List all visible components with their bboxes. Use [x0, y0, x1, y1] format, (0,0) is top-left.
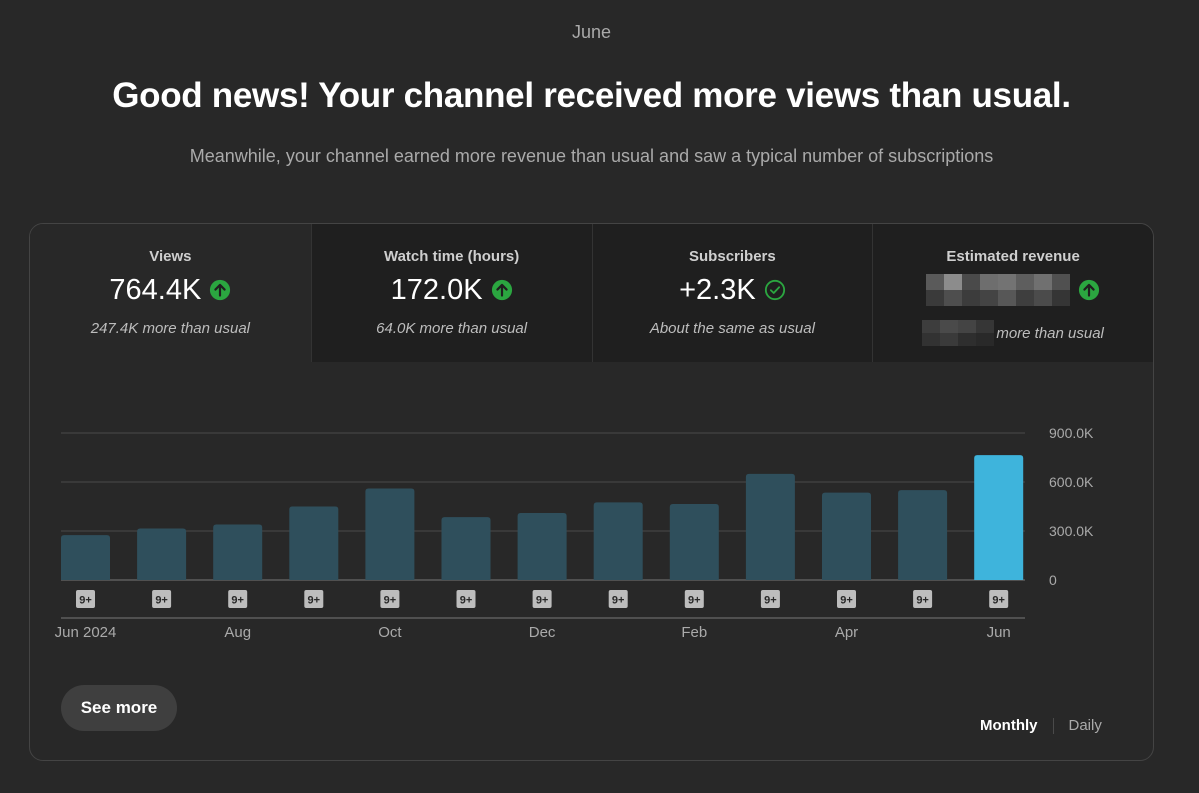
arrow-up-circle-icon: [491, 279, 512, 301]
tab-value: 172.0K: [390, 273, 483, 306]
tab-views[interactable]: Views 764.4K 247.4K more than usual: [30, 224, 311, 362]
x-tick-label: Feb: [681, 624, 707, 641]
views-bar-chart: 0 300.0K 600.0K 900.0K 9+ Jun 2024 9+ 9+ Aug 9+ 9+…: [55, 425, 1094, 641]
tab-note: 247.4K more than usual: [90, 320, 251, 337]
x-tick-label: Aug: [224, 624, 251, 641]
chart-bar: [137, 528, 187, 580]
chart-bar: [669, 504, 719, 580]
y-tick-label: 900.0K: [1049, 425, 1094, 441]
chart-badge-label: 9+: [688, 595, 701, 607]
chart-badge-label: 9+: [308, 595, 321, 607]
chart-bar: [822, 492, 871, 580]
period-divider: [1052, 717, 1054, 734]
report-subline: Meanwhile, your channel earned more reve…: [189, 146, 994, 166]
see-more-button[interactable]: See more: [61, 685, 177, 731]
x-tick-label: Oct: [378, 624, 402, 641]
x-tick-label: Jun 2024: [55, 624, 117, 641]
tab-value: +2.3K: [679, 273, 756, 306]
redacted-revenue-amount: [922, 320, 995, 346]
chart-bar: [593, 502, 643, 580]
check-circle-icon: [764, 279, 785, 301]
tab-note: About the same as usual: [649, 320, 815, 337]
tab-title: Views: [149, 248, 192, 265]
x-tick-label: Apr: [835, 624, 858, 641]
chart-bar: [517, 513, 567, 580]
arrow-up-circle-icon: [1079, 279, 1100, 301]
chart-bar: [898, 490, 948, 580]
y-tick-label: 600.0K: [1049, 474, 1094, 490]
chart-badge-label: 9+: [460, 595, 473, 607]
chart-badge-label: 9+: [79, 595, 92, 607]
redacted-revenue-value: [926, 274, 1071, 306]
chart-badge-label: 9+: [840, 595, 853, 607]
chart-badge-label: 9+: [384, 595, 397, 607]
report-headline: Good news! Your channel received more vi…: [112, 76, 1071, 115]
y-tick-label: 300.0K: [1049, 523, 1094, 539]
tab-title: Watch time (hours): [383, 248, 520, 265]
chart-bar: [213, 524, 263, 580]
chart-badge-label: 9+: [612, 595, 625, 607]
tab-estimated-revenue[interactable]: Estimated revenue more than usual: [872, 224, 1153, 362]
chart-badge-label: 9+: [231, 595, 244, 607]
tab-watch-time[interactable]: Watch time (hours) 172.0K 64.0K more tha…: [310, 224, 592, 362]
chart-bar: [441, 517, 491, 580]
chart-badge-label: 9+: [992, 595, 1005, 607]
y-tick-label: 0: [1049, 572, 1057, 588]
chart-bar: [61, 535, 110, 580]
arrow-up-circle-icon: [210, 279, 231, 301]
metric-tabs: Views 764.4K 247.4K more than usual Watc…: [30, 224, 1153, 362]
chart-badge-label: 9+: [155, 595, 168, 607]
tab-title: Subscribers: [689, 248, 776, 265]
period-monthly-option[interactable]: Monthly: [980, 717, 1038, 734]
report-month: June: [571, 22, 612, 42]
period-toggle: Monthly Daily: [980, 717, 1102, 734]
chart-bar: [745, 473, 795, 580]
chart-badge-label: 9+: [916, 595, 929, 607]
metrics-card: Views 764.4K 247.4K more than usual Watc…: [29, 223, 1154, 761]
x-tick-label: Dec: [529, 624, 556, 641]
chart-badge-label: 9+: [536, 595, 549, 607]
tab-subscribers[interactable]: Subscribers +2.3K About the same as usua…: [591, 224, 873, 362]
tab-note: 64.0K more than usual: [376, 320, 528, 337]
chart-badge-label: 9+: [764, 595, 777, 607]
tab-value: 764.4K: [109, 273, 202, 306]
chart-bar: [289, 506, 339, 580]
tab-title: Estimated revenue: [946, 248, 1080, 265]
period-daily-option[interactable]: Daily: [1069, 717, 1102, 734]
tab-note: more than usual: [996, 324, 1104, 342]
chart-bar: [974, 455, 1024, 580]
x-tick-label: Jun: [987, 624, 1011, 641]
chart-bar: [365, 488, 415, 580]
